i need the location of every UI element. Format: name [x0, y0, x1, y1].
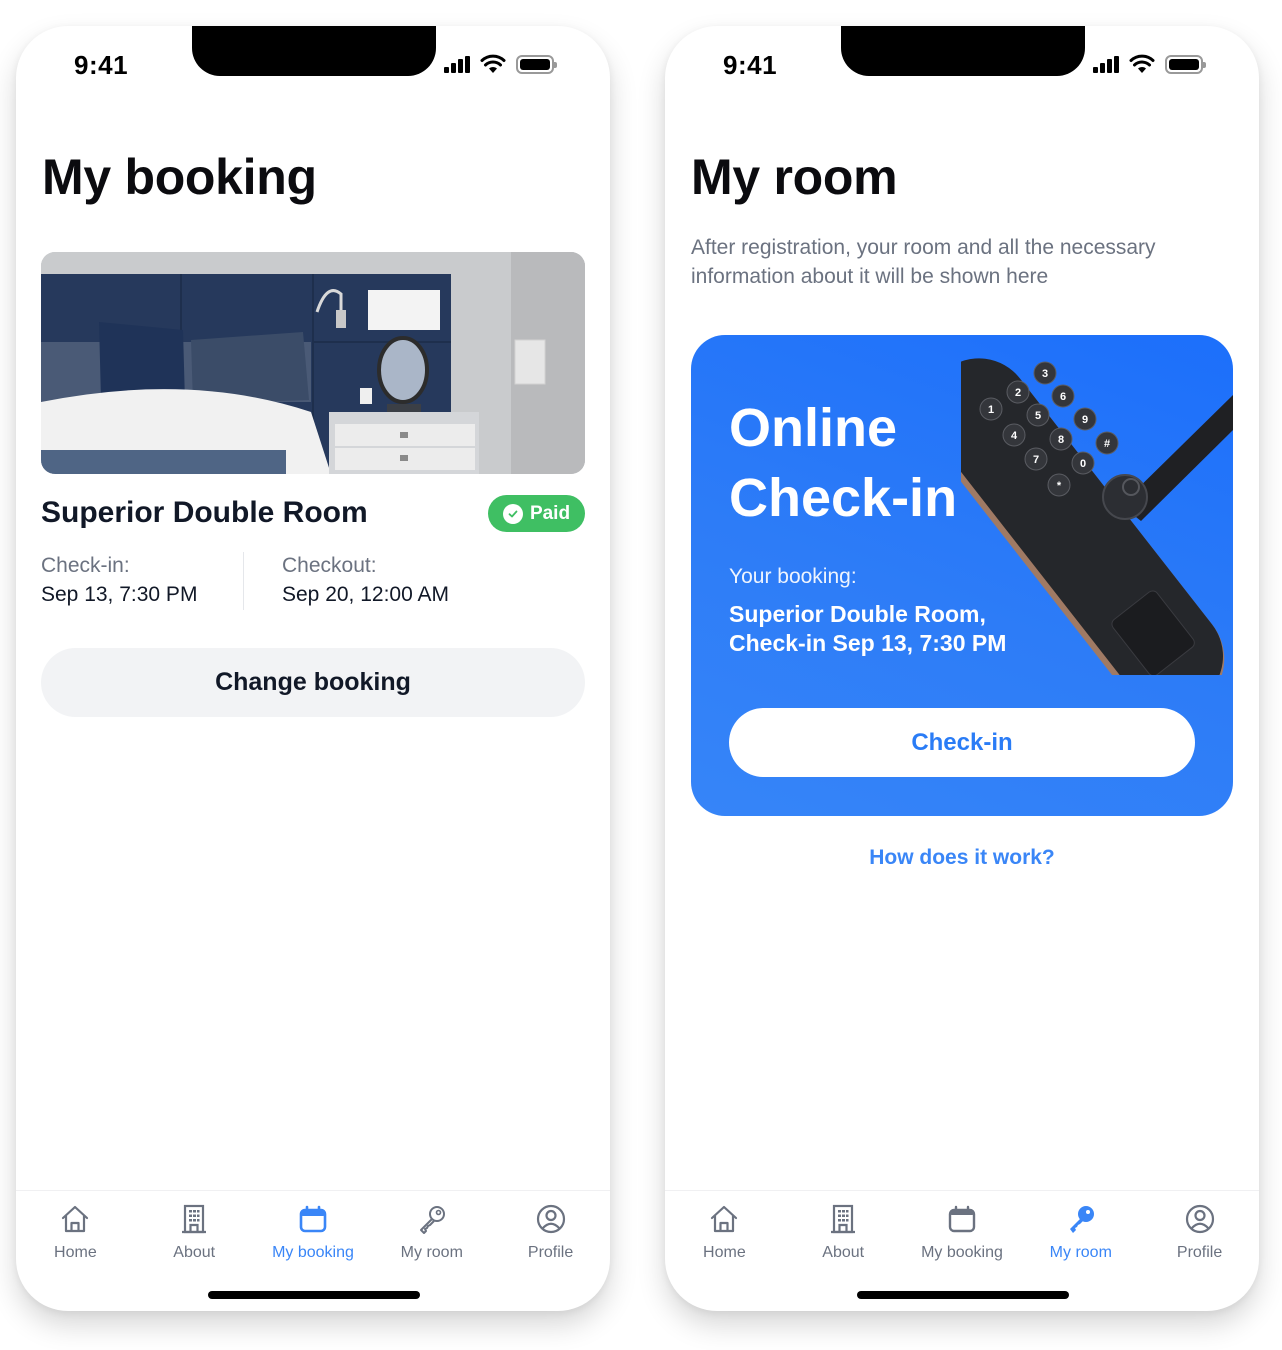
keypad-key: 1	[988, 404, 994, 416]
booking-dates: Check-in: Sep 13, 7:30 PM Checkout: Sep …	[41, 552, 585, 610]
checkout-info: Checkout: Sep 20, 12:00 AM	[243, 552, 585, 610]
tab-profile[interactable]: Profile	[491, 1191, 610, 1310]
tab-profile[interactable]: Profile	[1140, 1191, 1259, 1310]
calendar-icon	[299, 1205, 327, 1233]
booking-summary: Superior Double Room, Check-in Sep 13, 7…	[729, 600, 1006, 658]
hotel-room-image	[41, 252, 585, 474]
device-notch	[192, 26, 436, 76]
checkout-label: Checkout:	[282, 554, 377, 577]
keypad-key: 8	[1058, 434, 1064, 446]
profile-icon	[1185, 1204, 1214, 1234]
checkout-value: Sep 20, 12:00 AM	[282, 583, 449, 606]
tab-home-label: Home	[703, 1244, 746, 1261]
keypad-key: 6	[1060, 391, 1066, 403]
tab-my-booking-label: My booking	[272, 1244, 354, 1261]
keypad-key: 4	[1011, 430, 1018, 442]
home-icon	[711, 1205, 738, 1233]
home-indicator[interactable]	[208, 1291, 420, 1299]
cellular-signal-icon	[444, 55, 470, 73]
room-photo	[41, 252, 585, 474]
page-title: My booking	[42, 149, 317, 205]
wifi-icon	[1129, 54, 1155, 73]
tab-my-room-label: My room	[1049, 1244, 1112, 1261]
booking-summary-checkin: Check-in Sep 13, 7:30 PM	[729, 630, 1007, 656]
card-title-line2: Check-in	[729, 468, 958, 528]
check-circle-icon	[502, 503, 523, 524]
tab-about-label: About	[822, 1244, 865, 1261]
phone-my-room: 9:41 My room After registration, your ro…	[665, 26, 1259, 1311]
home-indicator[interactable]	[857, 1291, 1069, 1299]
keypad-key: *	[1057, 480, 1062, 492]
tab-profile-label: Profile	[527, 1244, 574, 1261]
card-title-line1: Online	[729, 398, 898, 458]
check-in-info: Check-in: Sep 13, 7:30 PM	[41, 552, 243, 610]
keypad-key: 7	[1033, 454, 1039, 466]
tab-profile-label: Profile	[1176, 1244, 1223, 1261]
check-in-button[interactable]: Check-in	[729, 708, 1195, 777]
cellular-signal-icon	[1093, 55, 1119, 73]
keypad-key: 5	[1035, 410, 1041, 422]
keypad-key: 2	[1015, 387, 1021, 399]
tab-about-label: About	[173, 1244, 216, 1261]
tab-home[interactable]: Home	[665, 1191, 784, 1310]
key-icon	[419, 1206, 445, 1234]
online-checkin-card: 1 2 3 4 5 6 7 8 9 * 0 # Online Check-in …	[691, 335, 1233, 816]
building-icon	[831, 1204, 856, 1234]
tab-home-label: Home	[54, 1244, 97, 1261]
change-booking-button[interactable]: Change booking	[41, 648, 585, 717]
phone-my-booking: 9:41 My booking Superior Double Room Pai…	[16, 26, 610, 1311]
tab-my-booking-label: My booking	[921, 1244, 1003, 1261]
status-icons	[444, 54, 557, 74]
keypad-key: #	[1104, 438, 1110, 450]
key-icon	[1069, 1206, 1094, 1233]
status-time: 9:41	[723, 50, 778, 80]
building-icon	[182, 1204, 207, 1234]
how-does-it-work-link[interactable]: How does it work?	[665, 846, 1259, 870]
check-in-value: Sep 13, 7:30 PM	[41, 583, 198, 606]
profile-icon	[536, 1204, 565, 1234]
page-subtitle: After registration, your room and all th…	[691, 236, 1156, 288]
battery-icon	[1165, 54, 1206, 74]
keypad-key: 3	[1042, 368, 1048, 380]
tab-my-room-label: My room	[400, 1244, 463, 1261]
keypad-key: 0	[1080, 458, 1086, 470]
check-in-label: Check-in:	[41, 554, 130, 577]
device-notch	[841, 26, 1085, 76]
paid-status-badge: Paid	[488, 495, 585, 532]
booking-summary-room: Superior Double Room,	[729, 601, 986, 627]
room-name: Superior Double Room	[41, 496, 368, 529]
calendar-icon	[948, 1205, 976, 1233]
tab-home[interactable]: Home	[16, 1191, 135, 1310]
card-title: Online Check-in	[729, 393, 957, 533]
status-icons	[1093, 54, 1206, 74]
home-icon	[62, 1205, 89, 1233]
status-time: 9:41	[74, 50, 129, 80]
battery-icon	[516, 54, 557, 74]
wifi-icon	[480, 54, 506, 73]
keypad-key: 9	[1082, 414, 1088, 426]
paid-label: Paid	[529, 502, 571, 524]
page-title: My room	[691, 149, 898, 205]
your-booking-label: Your booking:	[729, 565, 857, 588]
